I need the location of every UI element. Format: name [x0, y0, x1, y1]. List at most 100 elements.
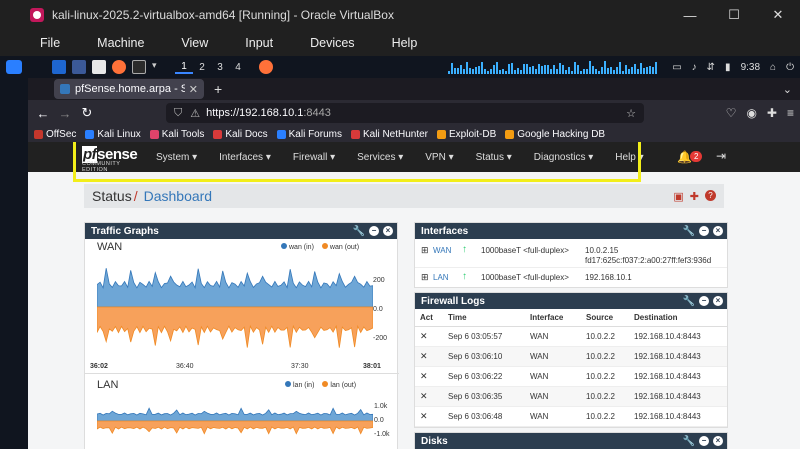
- interface-name[interactable]: LAN: [433, 273, 449, 282]
- menu-icon[interactable]: ≡: [787, 106, 794, 120]
- minimize-panel-icon[interactable]: −: [699, 296, 709, 306]
- log-destination[interactable]: 192.168.10.4:8443: [629, 326, 727, 347]
- workspace-2[interactable]: 2: [193, 62, 211, 73]
- cpu-bar: [634, 64, 636, 74]
- cpu-bar: [643, 68, 645, 74]
- menu-help[interactable]: Help: [392, 36, 418, 50]
- bookmark-ghdb[interactable]: Google Hacking DB: [505, 129, 605, 140]
- log-source[interactable]: 10.0.2.2: [581, 406, 629, 427]
- block-icon[interactable]: ✕: [415, 406, 443, 427]
- log-destination[interactable]: 192.168.10.4:8443: [629, 406, 727, 427]
- close-button[interactable]: ✕: [756, 0, 800, 30]
- block-icon[interactable]: ✕: [415, 386, 443, 407]
- log-source[interactable]: 10.0.2.2: [581, 346, 629, 367]
- tab-close-icon[interactable]: ✕: [189, 83, 198, 96]
- reload-icon[interactable]: ↻: [76, 105, 98, 121]
- legend-lan-in[interactable]: lan (in): [285, 381, 314, 389]
- shield-icon[interactable]: ⛉: [174, 107, 182, 120]
- dropdown-icon[interactable]: ▾: [152, 60, 166, 74]
- firefox-window-icon[interactable]: [259, 60, 273, 74]
- log-source[interactable]: 10.0.2.2: [581, 366, 629, 387]
- menu-input[interactable]: Input: [245, 36, 273, 50]
- log-source[interactable]: 10.0.2.2: [581, 386, 629, 407]
- logout-icon[interactable]: ⇥: [716, 149, 726, 163]
- close-panel-icon[interactable]: ×: [713, 436, 723, 446]
- new-tab-button[interactable]: +: [214, 81, 222, 97]
- window-controls: — ☐ ✕: [668, 0, 800, 30]
- cpu-bar: [544, 65, 546, 74]
- legend-wan-in[interactable]: wan (in): [281, 243, 314, 251]
- help-icon[interactable]: ?: [705, 189, 716, 201]
- network-icon[interactable]: ⇵: [707, 62, 715, 73]
- workspace-1[interactable]: 1: [175, 61, 193, 74]
- breadcrumb-dashboard[interactable]: Dashboard: [144, 188, 213, 204]
- bookmark-offsec[interactable]: OffSec: [34, 129, 76, 140]
- clock[interactable]: 9:38: [741, 62, 760, 73]
- list-tabs-icon[interactable]: ⌄: [783, 83, 792, 96]
- terminal-icon[interactable]: [132, 60, 146, 74]
- power-icon[interactable]: ⏻: [786, 62, 794, 73]
- minimize-panel-icon[interactable]: −: [699, 436, 709, 446]
- wrench-icon[interactable]: 🔧: [353, 226, 365, 237]
- status-up-icon: ↑: [462, 244, 467, 255]
- bookmark-star-icon[interactable]: ☆: [626, 107, 636, 120]
- bookmark-kali-linux[interactable]: Kali Linux: [85, 129, 141, 140]
- minimize-button[interactable]: —: [668, 0, 712, 30]
- legend-lan-out[interactable]: lan (out): [322, 381, 356, 389]
- log-destination[interactable]: 192.168.10.4:8443: [629, 346, 727, 367]
- menu-view[interactable]: View: [181, 36, 208, 50]
- tab-pfsense[interactable]: pfSense.home.arpa - Stat ✕: [54, 79, 204, 99]
- maximize-button[interactable]: ☐: [712, 0, 756, 30]
- log-destination[interactable]: 192.168.10.4:8443: [629, 386, 727, 407]
- bookmark-exploit-db[interactable]: Exploit-DB: [437, 129, 496, 140]
- cpu-bar: [451, 63, 453, 74]
- kali-menu-icon[interactable]: [6, 60, 22, 74]
- minimize-panel-icon[interactable]: −: [699, 226, 709, 236]
- add-widget-icon[interactable]: ✚: [690, 190, 699, 203]
- wrench-icon[interactable]: 🔧: [683, 436, 695, 447]
- wrench-icon[interactable]: 🔧: [683, 296, 695, 307]
- log-source[interactable]: 10.0.2.2: [581, 326, 629, 347]
- show-desktop-icon[interactable]: [52, 60, 66, 74]
- wrench-icon[interactable]: 🔧: [683, 226, 695, 237]
- bookmark-kali-nethunter[interactable]: Kali NetHunter: [350, 129, 428, 140]
- log-destination[interactable]: 192.168.10.4:8443: [629, 366, 727, 387]
- extensions-icon[interactable]: ✚: [767, 106, 777, 120]
- menu-machine[interactable]: Machine: [97, 36, 144, 50]
- block-icon[interactable]: ✕: [415, 366, 443, 387]
- battery-icon[interactable]: ▮: [725, 62, 731, 73]
- workspace-3[interactable]: 3: [211, 62, 229, 73]
- bookmark-kali-docs[interactable]: Kali Docs: [213, 129, 268, 140]
- close-panel-icon[interactable]: ×: [713, 296, 723, 306]
- menu-devices[interactable]: Devices: [310, 36, 354, 50]
- interface-name[interactable]: WAN: [433, 246, 451, 255]
- firefox-launcher-icon[interactable]: [112, 60, 126, 74]
- highlight-box: [73, 142, 641, 182]
- lock-icon[interactable]: ⚠: [190, 107, 200, 120]
- back-icon[interactable]: ←: [32, 106, 54, 121]
- bell-icon[interactable]: ♪: [692, 62, 697, 73]
- minimize-panel-icon[interactable]: −: [369, 226, 379, 236]
- close-panel-icon[interactable]: ×: [383, 226, 393, 236]
- workspace-4[interactable]: 4: [229, 62, 247, 73]
- terminal-launcher-icon[interactable]: [72, 60, 86, 74]
- file-manager-icon[interactable]: [92, 60, 106, 74]
- url-bar[interactable]: ⛉ ⚠ https://192.168.10.1:8443 ☆: [166, 103, 644, 123]
- menu-file[interactable]: File: [40, 36, 60, 50]
- account-icon[interactable]: ◉: [746, 106, 756, 120]
- block-icon[interactable]: ✕: [415, 346, 443, 367]
- pfsense-page: pfsense COMMUNITY EDITION System ▾ Inter…: [28, 142, 800, 449]
- save-icon[interactable]: ▣: [673, 190, 683, 203]
- legend-wan-out[interactable]: wan (out): [321, 243, 359, 251]
- bookmark-kali-tools[interactable]: Kali Tools: [149, 129, 204, 140]
- bookmark-kali-forums[interactable]: Kali Forums: [276, 129, 342, 140]
- block-icon[interactable]: ✕: [415, 326, 443, 347]
- notification-badge[interactable]: 2: [690, 151, 703, 162]
- forward-icon[interactable]: →: [54, 106, 76, 121]
- lock-icon[interactable]: ⌂: [770, 62, 776, 73]
- pocket-icon[interactable]: ♡: [726, 106, 737, 120]
- close-panel-icon[interactable]: ×: [713, 226, 723, 236]
- wan-y-tick-zero: 0.0: [373, 306, 383, 313]
- screen-icon[interactable]: ▭: [672, 62, 681, 73]
- kali-top-panel: ▾ 1 2 3 4 ▭ ♪ ⇵ ▮ 9:38 ⌂ ⏻: [28, 56, 800, 78]
